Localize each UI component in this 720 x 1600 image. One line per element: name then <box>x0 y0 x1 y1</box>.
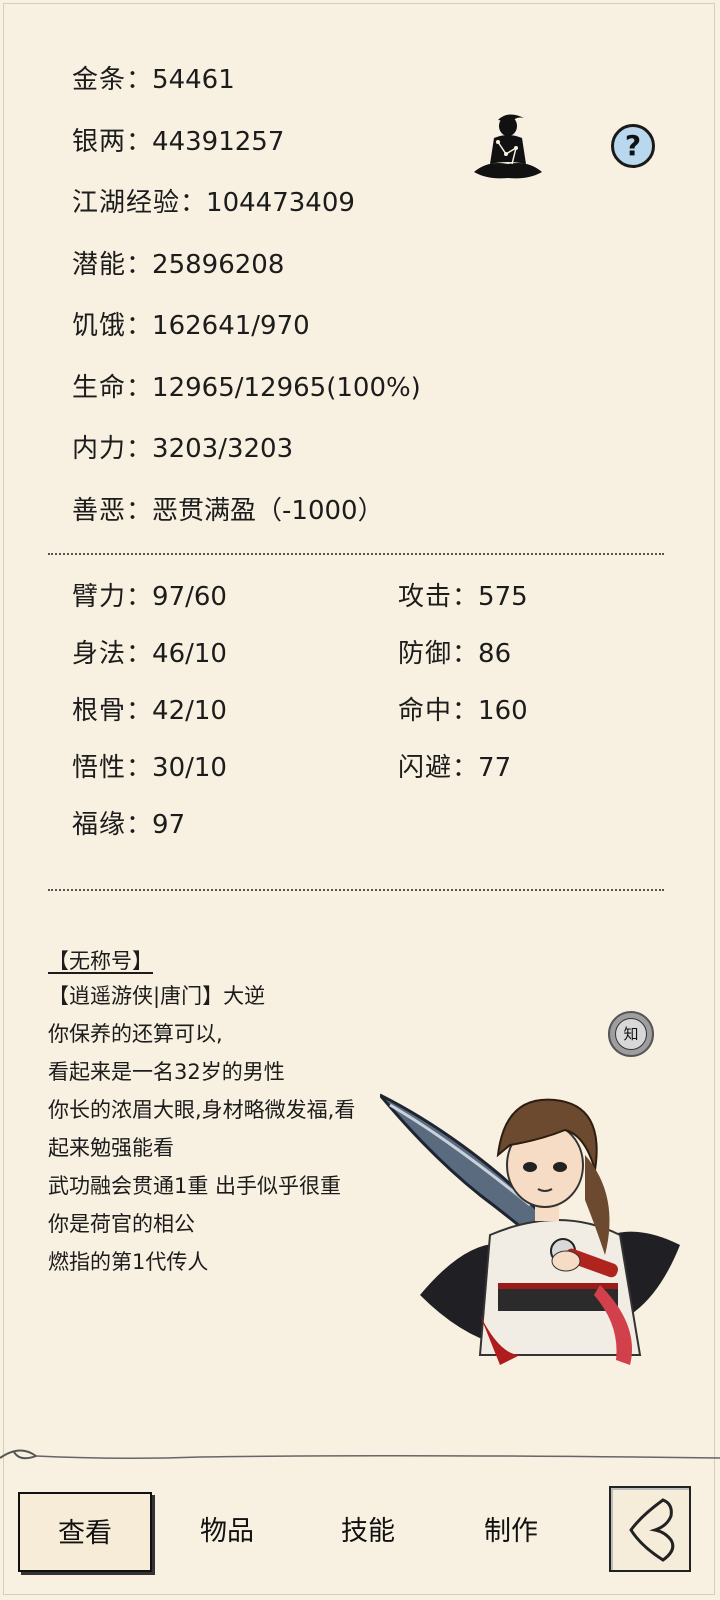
stat-value: 恶贯满盈（-1000） <box>152 495 384 526</box>
stat-morality: 善恶：恶贯满盈（-1000） <box>72 495 384 526</box>
description-line: 武功融会贯通1重 出手似乎很重 <box>48 1174 342 1198</box>
attr-attack: 攻击：575 <box>398 582 528 612</box>
meditating-figure-icon[interactable] <box>468 108 548 188</box>
description-line: 你长的浓眉大眼,身材略微发福,看 <box>48 1098 356 1122</box>
knowledge-icon: 知 <box>615 1018 647 1050</box>
attr-fortune: 福缘：97 <box>72 810 186 840</box>
stat-value: 54461 <box>152 65 235 95</box>
divider-bottom <box>48 889 664 891</box>
character-portrait <box>380 1093 680 1365</box>
description-line: 看起来是一名32岁的男性 <box>48 1060 285 1084</box>
attr-defense: 防御：86 <box>398 639 512 669</box>
knowledge-button[interactable]: 知 <box>608 1011 654 1057</box>
attr-constitution: 根骨：42/10 <box>72 696 227 726</box>
stat-value: 44391257 <box>152 126 285 157</box>
description-line: 你是荷官的相公 <box>48 1212 195 1236</box>
back-button[interactable] <box>609 1486 691 1572</box>
stat-experience: 江湖经验：104473409 <box>72 188 355 218</box>
stat-hunger: 饥饿：162641/970 <box>72 311 310 341</box>
description-line: 【逍遥游侠|唐门】大逆 <box>48 984 266 1008</box>
nav-crafting-tab[interactable]: 制作 <box>456 1492 566 1572</box>
stat-value: 104473409 <box>206 188 355 218</box>
question-mark-icon: ? <box>624 129 642 162</box>
nav-items-tab[interactable]: 物品 <box>172 1492 282 1572</box>
nav-view-tab[interactable]: 查看 <box>18 1492 152 1572</box>
nav-skills-tab[interactable]: 技能 <box>313 1492 423 1572</box>
character-description: 【无称号】 【逍遥游侠|唐门】大逆 你保养的还算可以, 看起来是一名32岁的男性… <box>48 945 355 1281</box>
stat-gold-bars: 金条：54461 <box>72 65 235 95</box>
description-line: 起来勉强能看 <box>48 1136 174 1160</box>
attr-accuracy: 命中：160 <box>398 696 528 726</box>
stat-value: 162641/970 <box>152 311 310 341</box>
stat-health: 生命：12965/12965(100%) <box>72 372 421 403</box>
character-title[interactable]: 【无称号】 <box>48 945 153 977</box>
stat-value: 3203/3203 <box>152 434 294 464</box>
attr-strength: 臂力：97/60 <box>72 582 227 612</box>
help-button[interactable]: ? <box>611 124 655 168</box>
stat-value: 12965/12965(100%) <box>152 372 421 403</box>
attr-comprehension: 悟性：30/10 <box>72 753 227 783</box>
stats-panel: 金条：54461 银两：44391257 江湖经验：104473409 潜能：2… <box>72 58 421 550</box>
stat-silver: 银两：44391257 <box>72 126 285 157</box>
back-arrow-icon <box>629 1498 675 1562</box>
description-line: 你保养的还算可以, <box>48 1022 223 1046</box>
stat-inner-power: 内力：3203/3203 <box>72 434 294 464</box>
attr-evasion: 闪避：77 <box>398 753 512 783</box>
stat-potential: 潜能：25896208 <box>72 249 285 280</box>
decorative-swirl <box>0 1449 720 1460</box>
bottom-nav: 查看 物品 技能 制作 <box>0 1470 720 1600</box>
attr-agility: 身法：46/10 <box>72 639 227 669</box>
divider-top <box>48 553 664 555</box>
description-line: 燃指的第1代传人 <box>48 1250 209 1274</box>
stat-value: 25896208 <box>152 249 285 280</box>
